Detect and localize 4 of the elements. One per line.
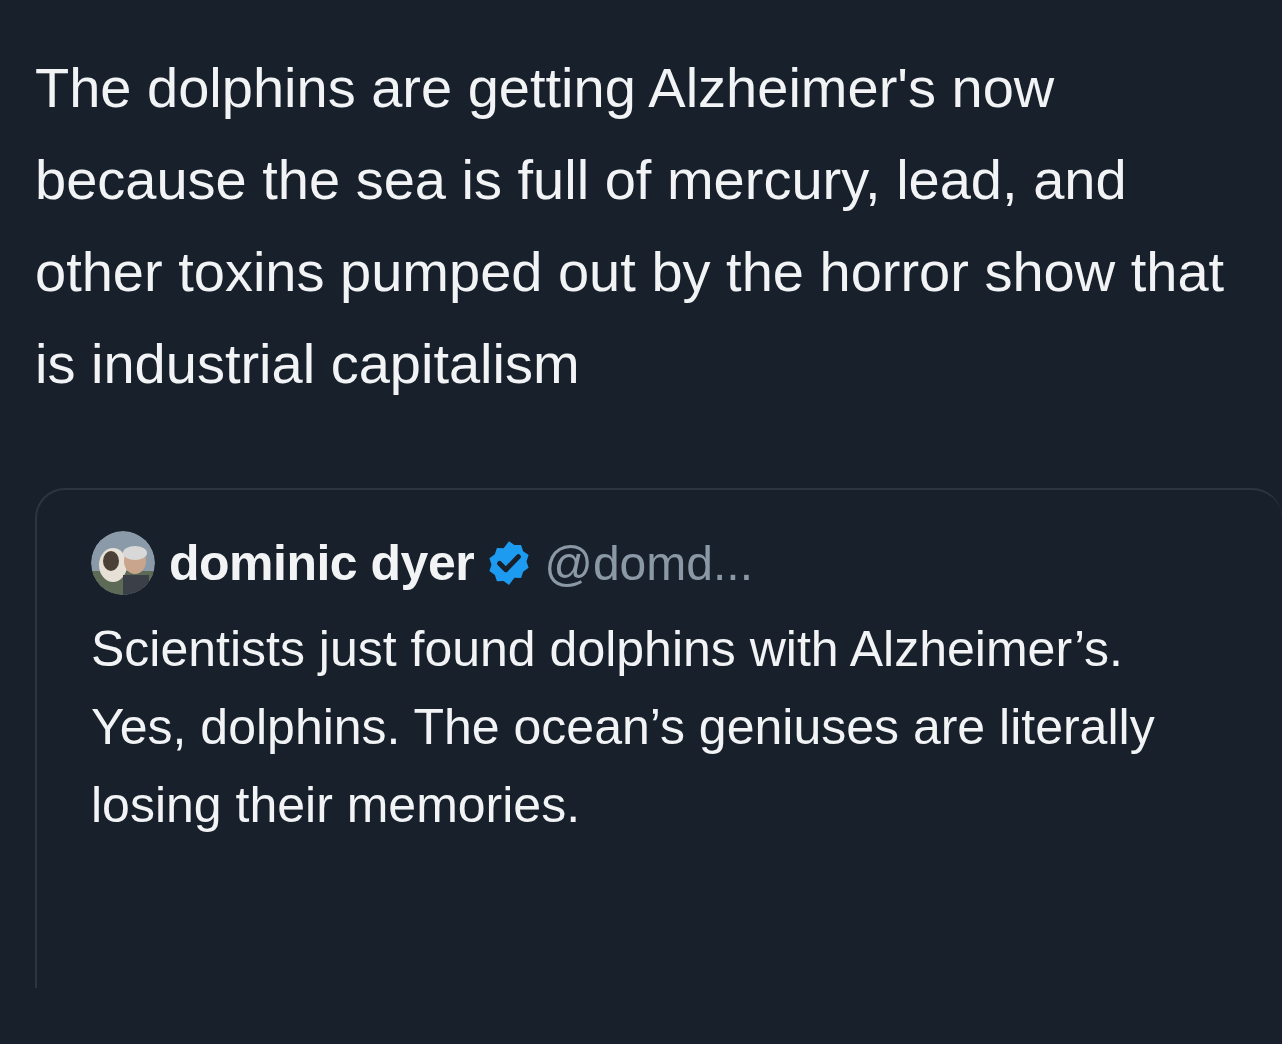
author-name[interactable]: dominic dyer	[169, 534, 475, 592]
author-handle[interactable]: @domd...	[544, 535, 753, 591]
quoted-post-text: Scientists just found dolphins with Alzheimer’s. Yes, dolphins. The ocean’s geniuses are literally losing their memories.	[91, 620, 1156, 835]
post-text: The dolphins are getting Alzheimer's now because the sea is full of mercury, lead, and other toxins pumped out by the horror show that is industrial capitalism	[35, 55, 1226, 397]
